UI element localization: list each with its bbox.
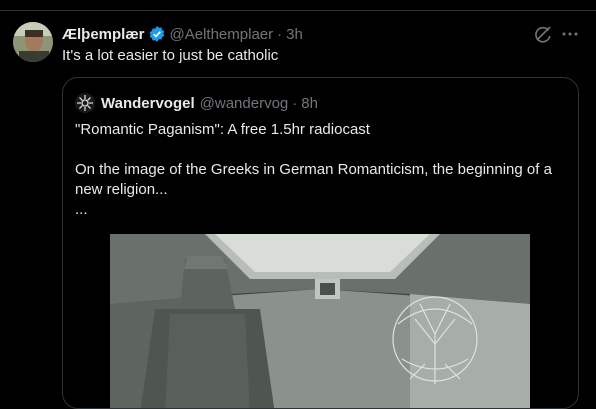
tweet-text: It's a lot easier to just be catholic — [62, 47, 279, 64]
quoted-text-line — [75, 140, 567, 160]
more-icon[interactable] — [560, 24, 580, 44]
timestamp[interactable]: 3h — [286, 26, 303, 43]
grok-icon[interactable] — [533, 24, 553, 44]
quoted-text: "Romantic Paganism": A free 1.5hr radioc… — [75, 120, 567, 220]
separator-dot: · — [277, 25, 283, 43]
quoted-header: Wandervogel @wandervog · 8h — [75, 93, 318, 113]
quoted-text-line: "Romantic Paganism": A free 1.5hr radioc… — [75, 121, 370, 138]
quoted-media-image[interactable] — [110, 234, 530, 408]
quoted-text-line: On the image of the Greeks in German Rom… — [75, 161, 552, 178]
quoted-tweet[interactable]: Wandervogel @wandervog · 8h "Romantic Pa… — [62, 77, 579, 409]
quoted-author-handle[interactable]: @wandervog — [200, 95, 289, 112]
quoted-author-name[interactable]: Wandervogel — [101, 95, 195, 112]
verified-badge-icon — [148, 25, 166, 43]
divider-line — [0, 10, 596, 11]
author-name[interactable]: Ælþemplær — [62, 26, 145, 43]
separator-dot: · — [292, 94, 298, 112]
tweet-header: Ælþemplær @Aelthemplaer · 3h — [62, 24, 303, 44]
quoted-avatar[interactable] — [75, 93, 95, 113]
quoted-timestamp[interactable]: 8h — [301, 95, 318, 112]
quoted-text-line: new religion... — [75, 181, 168, 198]
author-handle[interactable]: @Aelthemplaer — [170, 26, 274, 43]
avatar[interactable] — [13, 22, 53, 62]
quoted-text-line: ... — [75, 201, 88, 218]
